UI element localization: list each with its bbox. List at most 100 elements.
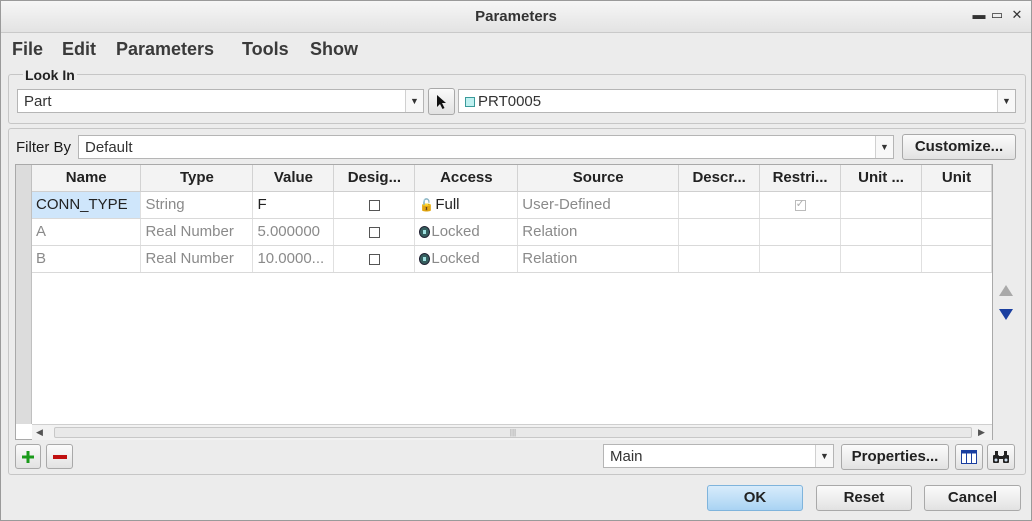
cell-type[interactable]: String xyxy=(140,191,254,219)
designate-checkbox[interactable] xyxy=(368,226,380,238)
close-button[interactable]: ✕ xyxy=(1009,7,1025,23)
menu-show[interactable]: Show xyxy=(310,39,358,60)
cell-restricted[interactable] xyxy=(759,245,842,273)
cell-source[interactable]: Relation xyxy=(517,218,680,246)
cell-access[interactable]: Locked xyxy=(414,218,519,246)
column-header-access[interactable]: Access xyxy=(414,165,519,192)
remove-parameter-button[interactable] xyxy=(46,444,73,469)
menu-bar: File Edit Parameters Tools Show xyxy=(1,34,1031,64)
parameters-table: Name Type Value Desig... Access Source D… xyxy=(15,164,993,440)
column-header-name[interactable]: Name xyxy=(32,165,142,192)
lock-icon xyxy=(419,253,431,266)
add-parameter-button[interactable] xyxy=(15,444,41,469)
properties-button[interactable]: Properties... xyxy=(841,444,949,470)
chevron-down-icon[interactable]: ▼ xyxy=(997,90,1015,112)
cell-unit[interactable] xyxy=(921,245,992,273)
chevron-down-icon[interactable]: ▼ xyxy=(405,90,423,112)
move-down-icon[interactable] xyxy=(998,308,1014,321)
cell-name[interactable]: B xyxy=(32,245,142,273)
customize-button[interactable]: Customize... xyxy=(902,134,1016,160)
filter-by-value: Default xyxy=(85,139,133,156)
cell-designate xyxy=(333,218,416,246)
cell-unit[interactable] xyxy=(921,191,992,219)
scroll-right-icon[interactable]: ▶ xyxy=(978,427,985,438)
cell-unit-quantity[interactable] xyxy=(840,245,923,273)
column-header-unit-quantity[interactable]: Unit ... xyxy=(840,165,923,192)
column-header-value[interactable]: Value xyxy=(252,165,335,192)
minus-icon xyxy=(52,455,67,460)
look-in-model-select[interactable]: PRT0005 ▼ xyxy=(458,89,1016,113)
pointer-arrow-icon xyxy=(436,95,446,110)
look-in-model-value: PRT0005 xyxy=(478,93,542,110)
part-icon xyxy=(465,97,475,108)
scroll-left-icon[interactable]: ◀ xyxy=(36,427,43,438)
cell-description[interactable] xyxy=(678,191,761,219)
title-bar: Parameters ▬ ▭ ✕ xyxy=(1,1,1031,33)
cell-access[interactable]: Locked xyxy=(414,245,519,273)
table-columns-button[interactable] xyxy=(955,444,983,470)
ok-button[interactable]: OK xyxy=(707,485,803,511)
menu-tools[interactable]: Tools xyxy=(242,39,289,60)
cell-source[interactable]: Relation xyxy=(517,245,680,273)
column-header-restricted[interactable]: Restri... xyxy=(759,165,842,192)
parameters-grid: Name Type Value Desig... Access Source D… xyxy=(32,165,992,273)
window-title: Parameters xyxy=(475,8,557,25)
designate-checkbox[interactable] xyxy=(368,199,380,211)
move-up-icon[interactable] xyxy=(998,284,1014,297)
parameters-dialog: Parameters ▬ ▭ ✕ File Edit Parameters To… xyxy=(0,0,1032,521)
cell-restricted xyxy=(759,191,842,219)
table-header-row: Name Type Value Desig... Access Source D… xyxy=(32,165,992,192)
access-value: Locked xyxy=(431,250,480,267)
cell-designate xyxy=(333,245,416,273)
column-header-source[interactable]: Source xyxy=(517,165,680,192)
cell-unit[interactable] xyxy=(921,218,992,246)
look-in-type-select[interactable]: Part ▼ xyxy=(17,89,424,113)
select-model-button[interactable] xyxy=(428,88,455,115)
cell-access[interactable]: 🔓Full xyxy=(414,191,519,219)
cell-designate xyxy=(333,191,416,219)
cell-unit-quantity[interactable] xyxy=(840,191,923,219)
restricted-checkbox[interactable] xyxy=(794,197,806,211)
column-header-designate[interactable]: Desig... xyxy=(333,165,416,192)
table-row[interactable]: B Real Number 10.0000... Locked Relation xyxy=(32,245,992,273)
designate-checkbox[interactable] xyxy=(368,253,380,265)
filter-by-select[interactable]: Default ▼ xyxy=(78,135,894,159)
cell-value[interactable]: 10.0000... xyxy=(252,245,335,273)
find-button[interactable] xyxy=(987,444,1015,470)
table-row[interactable]: CONN_TYPE String F 🔓Full User-Defined xyxy=(32,191,992,219)
horizontal-scrollbar[interactable]: ◀ ||| ▶ xyxy=(32,424,992,440)
binoculars-icon xyxy=(993,451,1009,464)
chevron-down-icon[interactable]: ▼ xyxy=(875,136,893,158)
unlocked-icon: 🔓 xyxy=(419,198,435,213)
cell-type[interactable]: Real Number xyxy=(140,245,254,273)
cell-source[interactable]: User-Defined xyxy=(517,191,680,219)
view-select[interactable]: Main ▼ xyxy=(603,444,834,468)
menu-file[interactable]: File xyxy=(12,39,43,60)
column-header-description[interactable]: Descr... xyxy=(678,165,761,192)
reset-button[interactable]: Reset xyxy=(816,485,912,511)
cell-name[interactable]: CONN_TYPE xyxy=(32,191,142,219)
table-row[interactable]: A Real Number 5.000000 Locked Relation xyxy=(32,218,992,246)
cell-restricted[interactable] xyxy=(759,218,842,246)
cell-description[interactable] xyxy=(678,218,761,246)
column-header-unit[interactable]: Unit xyxy=(921,165,992,192)
scrollbar-thumb[interactable]: ||| xyxy=(54,427,972,438)
cell-unit-quantity[interactable] xyxy=(840,218,923,246)
menu-edit[interactable]: Edit xyxy=(62,39,96,60)
look-in-label: Look In xyxy=(23,67,77,83)
minimize-button[interactable]: ▬ xyxy=(971,7,987,22)
cell-value[interactable]: 5.000000 xyxy=(252,218,335,246)
cancel-button[interactable]: Cancel xyxy=(924,485,1021,511)
cell-value[interactable]: F xyxy=(252,191,335,219)
access-value: Locked xyxy=(431,223,480,240)
table-columns-icon xyxy=(961,450,977,465)
column-header-type[interactable]: Type xyxy=(140,165,254,192)
plus-icon xyxy=(22,451,34,464)
cell-name[interactable]: A xyxy=(32,218,142,246)
menu-parameters[interactable]: Parameters xyxy=(116,39,214,60)
cell-description[interactable] xyxy=(678,245,761,273)
lock-icon xyxy=(419,226,431,239)
cell-type[interactable]: Real Number xyxy=(140,218,254,246)
chevron-down-icon[interactable]: ▼ xyxy=(815,445,833,467)
maximize-button[interactable]: ▭ xyxy=(989,7,1005,23)
